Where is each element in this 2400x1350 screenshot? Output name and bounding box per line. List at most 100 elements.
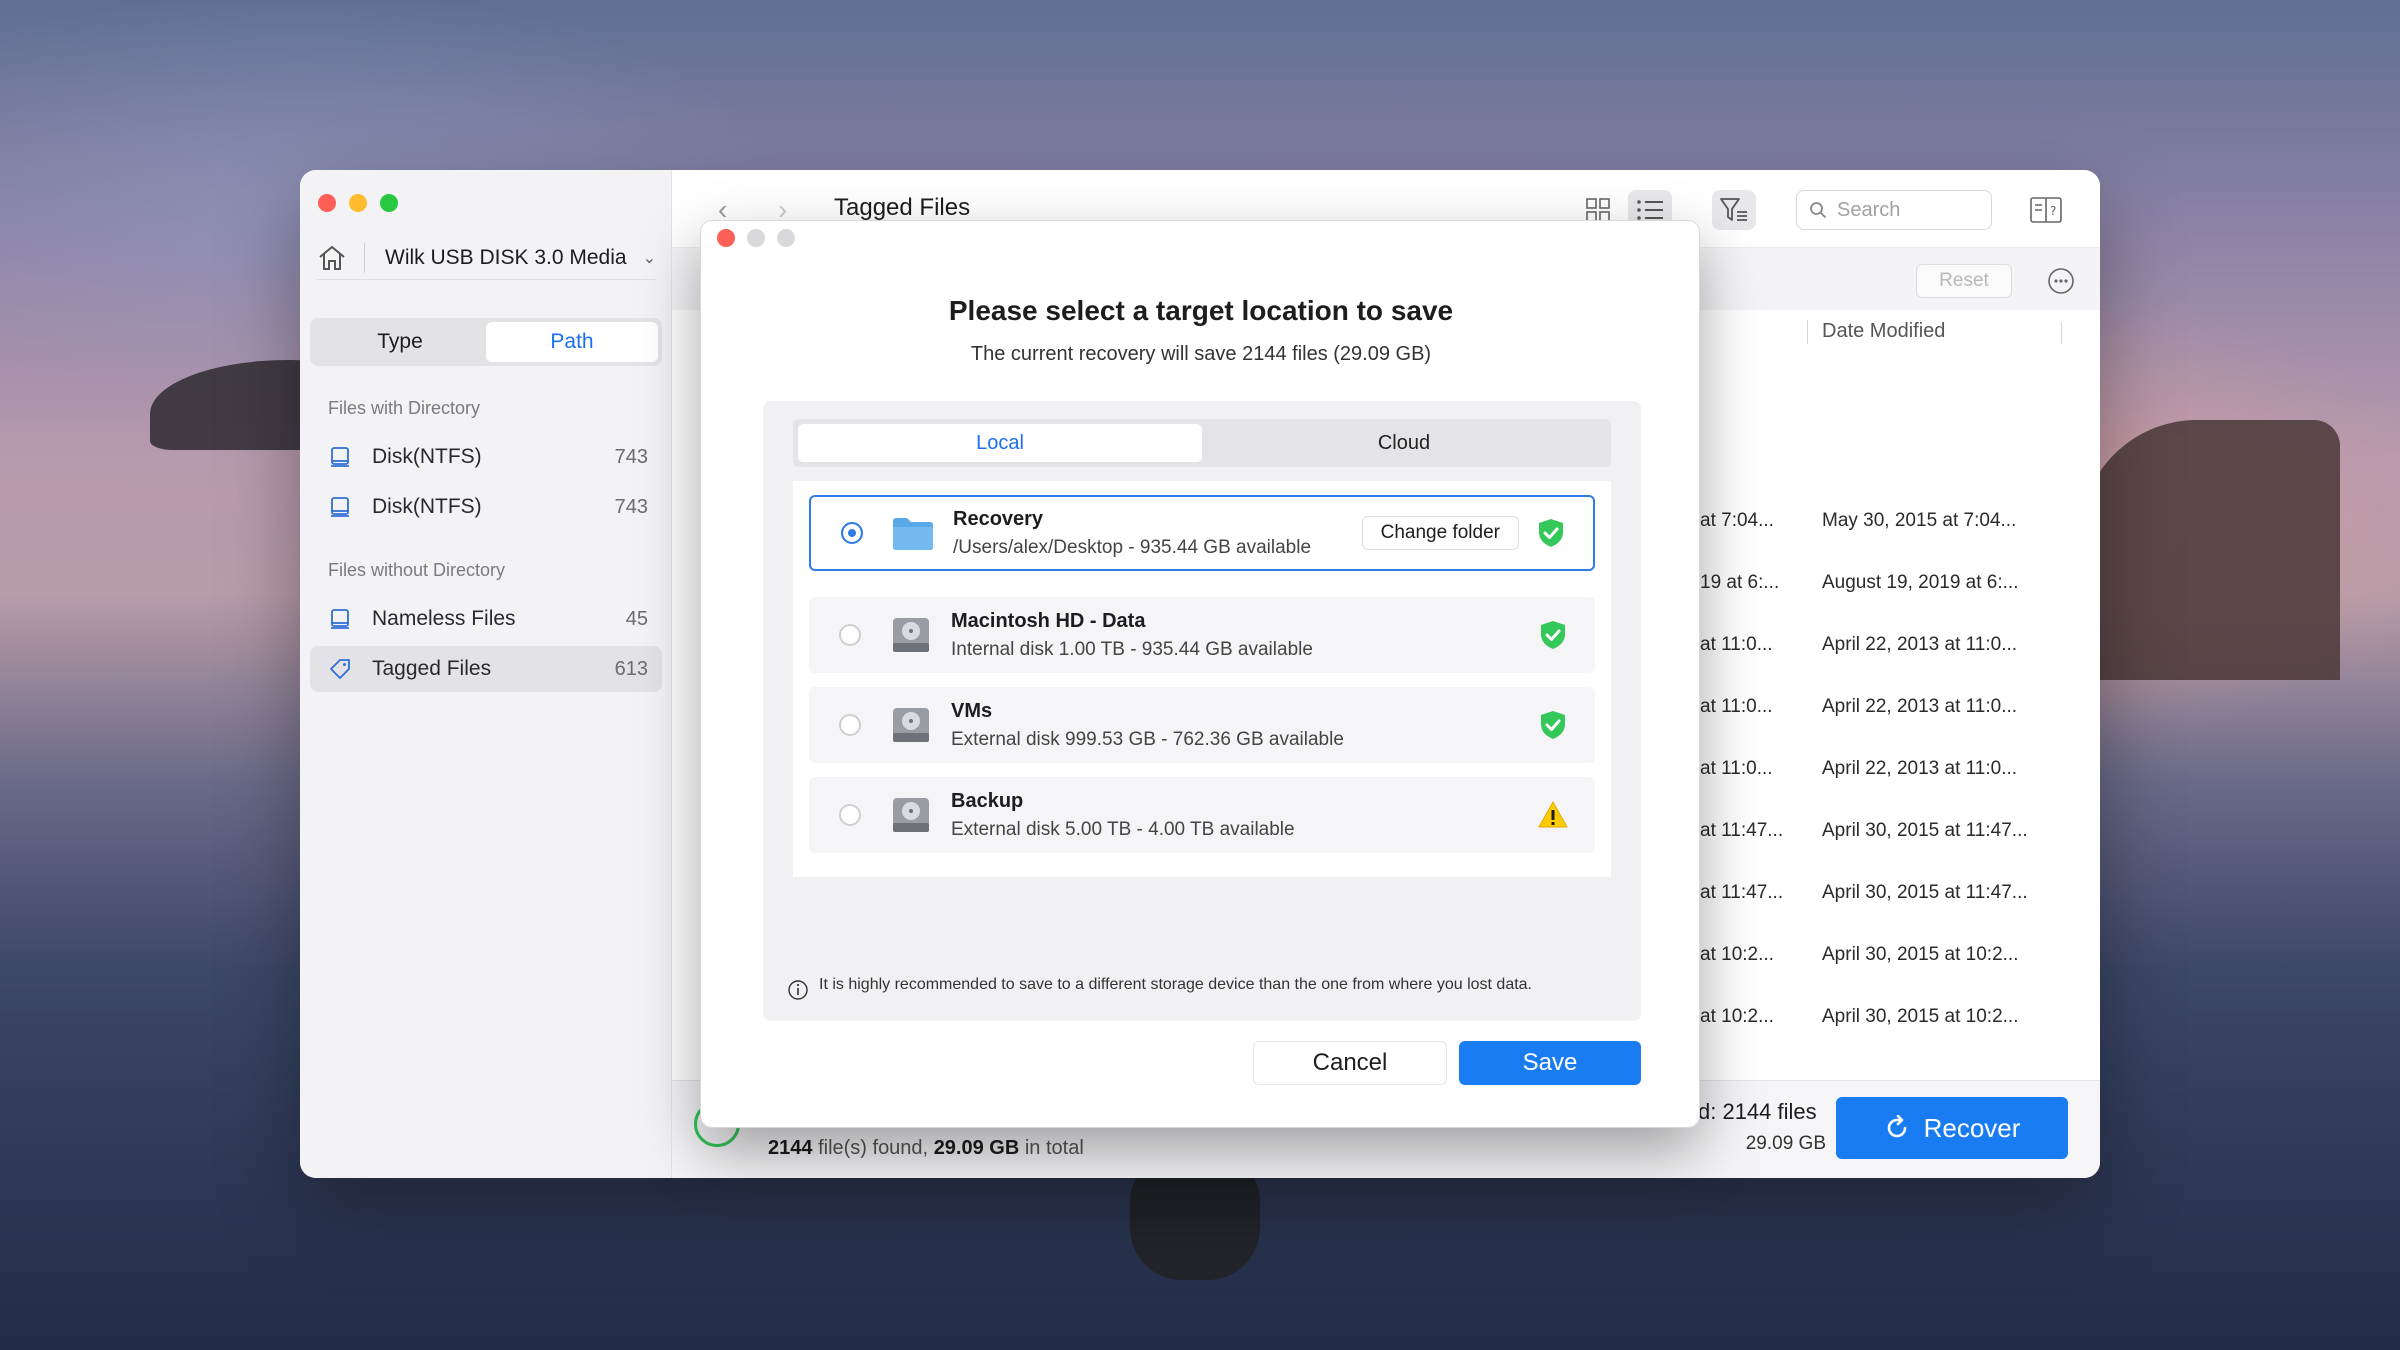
save-button[interactable]: Save — [1459, 1041, 1641, 1085]
close-window-button[interactable] — [318, 194, 336, 212]
search-input[interactable]: Search — [1796, 190, 1992, 230]
location-description: External disk 5.00 TB - 4.00 TB availabl… — [951, 818, 1295, 840]
recover-button[interactable]: Recover — [1836, 1097, 2068, 1159]
group-label-with-directory: Files with Directory — [328, 398, 481, 418]
recover-icon — [1887, 1115, 1906, 1138]
table-cell-date-modified: April 22, 2013 at 11:0... — [1822, 634, 2018, 655]
sidebar-item-tagged-files[interactable]: Tagged Files 613 — [310, 646, 662, 692]
save-location-dialog: Please select a target location to save … — [700, 220, 1700, 1128]
zoom-window-button[interactable] — [380, 194, 398, 212]
svg-text:?: ? — [2050, 204, 2056, 218]
table-cell-date-modified: April 30, 2015 at 11:47... — [1822, 882, 2028, 903]
table-cell: at 11:0... — [1700, 758, 1773, 779]
hard-drive-icon — [893, 618, 929, 652]
sidebar-item-count: 613 — [614, 657, 648, 680]
location-radio-selected[interactable] — [841, 522, 863, 544]
location-text: Recovery /Users/alex/Desktop - 935.44 GB… — [953, 508, 1362, 559]
sidebar-item-label: Nameless Files — [372, 607, 516, 630]
tab-cloud[interactable]: Cloud — [1202, 424, 1606, 462]
home-icon[interactable] — [316, 242, 348, 274]
sidebar-item-nameless-files[interactable]: Nameless Files 45 — [310, 596, 662, 642]
filter-icon — [1720, 198, 1747, 221]
location-tabs: Local Cloud — [793, 419, 1611, 467]
cancel-button[interactable]: Cancel — [1253, 1041, 1447, 1085]
shield-check-icon — [1541, 621, 1565, 649]
files-suffix: file(s) found, — [818, 1137, 929, 1159]
device-selector[interactable]: Wilk USB DISK 3.0 Media ⌄ — [316, 236, 656, 280]
location-radio[interactable] — [839, 624, 861, 646]
location-radio[interactable] — [839, 714, 861, 736]
sidebar-item-count: 743 — [614, 445, 648, 468]
location-text: Macintosh HD - Data Internal disk 1.00 T… — [951, 610, 1537, 661]
tab-local[interactable]: Local — [798, 424, 1202, 462]
location-text: Backup External disk 5.00 TB - 4.00 TB a… — [951, 790, 1537, 841]
disk-icon — [331, 447, 349, 467]
selected-files-size: 29.09 GB — [1745, 1133, 1826, 1154]
help-book-button[interactable]: ? — [2024, 190, 2068, 230]
files-count: 2144 — [768, 1137, 813, 1159]
selected-files-count: d: 2144 files — [1698, 1099, 1817, 1124]
recover-label: Recover — [1923, 1112, 2021, 1143]
segment-type[interactable]: Type — [314, 322, 486, 362]
table-cell: at 11:47... — [1700, 882, 1784, 903]
table-cell: at 11:47... — [1700, 820, 1784, 841]
shield-check-icon — [1541, 711, 1565, 739]
sidebar-item-label: Tagged Files — [372, 657, 492, 680]
total-size: 29.09 GB — [933, 1137, 1020, 1159]
filter-button[interactable] — [1712, 190, 1756, 230]
location-name: Recovery — [953, 507, 1044, 530]
sidebar-item-label: Disk(NTFS) — [372, 445, 482, 468]
chevron-down-icon: ⌄ — [642, 249, 656, 267]
device-name: Wilk USB DISK 3.0 Media — [385, 245, 627, 269]
location-item-macintosh-hd[interactable]: Macintosh HD - Data Internal disk 1.00 T… — [809, 597, 1595, 673]
sidebar-item-disk-ntfs-2[interactable]: Disk(NTFS) 743 — [310, 484, 662, 530]
location-radio[interactable] — [839, 804, 861, 826]
location-name: VMs — [951, 699, 993, 722]
hard-drive-icon — [893, 798, 929, 832]
location-item-backup[interactable]: Backup External disk 5.00 TB - 4.00 TB a… — [809, 777, 1595, 853]
recommendation-note: It is highly recommended to save to a di… — [787, 975, 1587, 1001]
group-label-without-directory: Files without Directory — [328, 560, 506, 580]
close-dialog-button[interactable] — [717, 229, 735, 247]
change-folder-button[interactable]: Change folder — [1361, 516, 1519, 550]
list-icon — [1637, 200, 1663, 220]
total-suffix: in total — [1024, 1137, 1084, 1159]
disk-icon — [331, 609, 349, 629]
dialog-title: Please select a target location to save — [948, 295, 1454, 326]
location-item-recovery[interactable]: Recovery /Users/alex/Desktop - 935.44 GB… — [809, 495, 1595, 571]
tag-icon — [330, 659, 350, 679]
view-mode-segmented-control: Type Path — [310, 318, 662, 366]
table-cell-date-modified: April 30, 2015 at 10:2... — [1822, 944, 2019, 965]
location-name: Macintosh HD - Data — [951, 609, 1146, 632]
table-cell-date-modified: May 30, 2015 at 7:04... — [1822, 510, 2017, 531]
segment-path[interactable]: Path — [486, 322, 658, 362]
folder-icon — [893, 518, 933, 550]
search-icon — [1810, 202, 1827, 219]
minimize-window-button[interactable] — [349, 194, 367, 212]
table-cell: at 10:2... — [1700, 1006, 1774, 1027]
shield-check-icon — [1539, 519, 1563, 547]
table-cell-date-modified: April 22, 2013 at 11:0... — [1822, 696, 2018, 717]
page-title: Tagged Files — [834, 194, 971, 221]
location-description: External disk 999.53 GB - 762.36 GB avai… — [951, 728, 1344, 750]
table-cell: at 7:04... — [1700, 510, 1774, 531]
status-summary: 2144 file(s) found, 29.09 GB in total — [768, 1137, 1084, 1160]
zoom-dialog-button — [777, 229, 795, 247]
table-cell-date-modified: August 19, 2019 at 6:... — [1822, 572, 2019, 593]
table-cell-date-modified: April 30, 2015 at 10:2... — [1822, 1006, 2019, 1027]
dialog-window-controls — [717, 229, 795, 247]
location-description: Internal disk 1.00 TB - 935.44 GB availa… — [951, 638, 1313, 660]
column-header-date-modified[interactable]: Date Modified — [1807, 320, 1945, 344]
location-description: /Users/alex/Desktop - 935.44 GB availabl… — [953, 536, 1312, 558]
table-cell: at 11:0... — [1700, 696, 1773, 717]
more-options-icon[interactable] — [2046, 266, 2076, 296]
table-cell-date-modified: April 30, 2015 at 11:47... — [1822, 820, 2028, 841]
location-name: Backup — [951, 789, 1024, 812]
reset-button[interactable]: Reset — [1916, 264, 2012, 298]
sidebar-item-disk-ntfs-1[interactable]: Disk(NTFS) 743 — [310, 434, 662, 480]
location-item-vms[interactable]: VMs External disk 999.53 GB - 762.36 GB … — [809, 687, 1595, 763]
dialog-subtitle: The current recovery will save 2144 file… — [970, 343, 1432, 365]
info-icon — [788, 980, 808, 1000]
table-cell-date-modified: April 22, 2013 at 11:0... — [1822, 758, 2018, 779]
recommendation-text: It is highly recommended to save to a di… — [819, 976, 1532, 993]
